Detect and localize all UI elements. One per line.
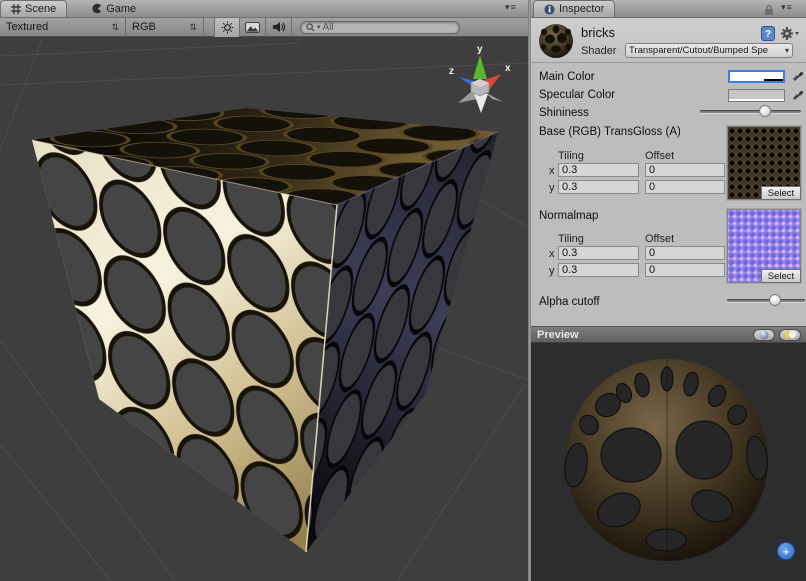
gizmo-y-label: y xyxy=(477,44,483,55)
gizmo-x-label: x xyxy=(505,63,511,74)
two-lights-icon xyxy=(783,330,797,339)
material-ball-thumbnail xyxy=(537,22,575,60)
image-icon xyxy=(245,22,260,33)
inspector-panel-menu-icon[interactable]: ▾≡ xyxy=(781,2,793,13)
search-filter-caret-icon: ▾ xyxy=(317,23,321,31)
main-color-alpha-bar xyxy=(730,79,783,81)
normalmap-y-label: y xyxy=(549,265,555,277)
normalmap-x-label: x xyxy=(549,248,555,260)
normalmap-offset-x-field[interactable] xyxy=(645,246,725,260)
chevron-down-icon: ▾ xyxy=(785,46,789,55)
shader-label: Shader xyxy=(581,45,616,57)
base-texture-select-button[interactable]: Select xyxy=(761,186,801,200)
draw-mode-value: Textured xyxy=(6,21,48,33)
specular-color-label: Specular Color xyxy=(539,89,615,101)
shininess-label: Shininess xyxy=(539,107,589,119)
tab-inspector-label: Inspector xyxy=(559,3,604,15)
lighting-toggle[interactable] xyxy=(214,18,240,37)
tab-scene-label: Scene xyxy=(25,3,56,15)
preview-title: Preview xyxy=(537,329,579,341)
inspector-tabbar: Inspector ▾≡ xyxy=(531,0,806,18)
game-icon xyxy=(91,3,102,14)
tab-game-label: Game xyxy=(106,3,136,15)
preview-lighting-toggle[interactable] xyxy=(779,329,801,341)
speaker-icon xyxy=(272,21,286,33)
info-icon xyxy=(544,4,555,15)
gear-icon[interactable] xyxy=(780,26,800,41)
specular-color-swatch[interactable] xyxy=(728,89,785,102)
search-placeholder: All xyxy=(323,22,334,33)
alpha-cutoff-label: Alpha cutoff xyxy=(539,296,600,308)
base-tiling-y-field[interactable] xyxy=(558,180,639,194)
base-x-label: x xyxy=(549,165,555,177)
alpha-cutoff-slider-thumb[interactable] xyxy=(769,294,781,306)
scene-search-field[interactable]: ▾ All xyxy=(300,21,460,34)
unity-editor-window: Scene Game ▾≡ Textured ⇅ RGB ⇅ xyxy=(0,0,806,581)
shininess-slider-thumb[interactable] xyxy=(759,105,771,117)
tab-inspector[interactable]: Inspector xyxy=(533,0,615,17)
specular-color-alpha-bar xyxy=(729,99,784,101)
inspector-panel: Inspector ▾≡ xyxy=(531,0,806,581)
sphere-icon xyxy=(759,330,769,340)
base-texture-thumbnail[interactable]: Select xyxy=(727,126,801,200)
tab-scene[interactable]: Scene xyxy=(0,0,67,17)
scene-panel-menu-icon[interactable]: ▾≡ xyxy=(505,2,517,13)
sun-icon xyxy=(221,21,234,34)
alpha-cutoff-slider[interactable] xyxy=(727,293,805,307)
lock-icon[interactable] xyxy=(764,4,774,16)
scene-tabbar: Scene Game ▾≡ xyxy=(0,0,528,18)
updown-arrows-icon: ⇅ xyxy=(189,22,197,33)
normalmap-offset-header: Offset xyxy=(645,233,674,245)
audio-toggle[interactable] xyxy=(266,18,292,37)
normalmap-tiling-y-field[interactable] xyxy=(558,263,639,277)
add-button[interactable]: + xyxy=(777,542,795,560)
shininess-slider[interactable] xyxy=(700,104,801,118)
scene-viewport[interactable]: y x z xyxy=(0,37,528,581)
shader-value: Transparent/Cutout/Bumped Spe xyxy=(629,45,768,56)
gizmo-z-label: z xyxy=(449,66,454,77)
preview-shape-toggle[interactable] xyxy=(753,329,775,341)
draw-mode-dropdown[interactable]: Textured ⇅ xyxy=(0,18,126,37)
main-color-swatch[interactable] xyxy=(728,70,785,83)
scene-grid-icon xyxy=(11,4,21,14)
eyedropper-icon[interactable] xyxy=(791,69,804,83)
skybox-toggle[interactable] xyxy=(240,18,266,37)
search-icon xyxy=(306,23,315,32)
base-texture-label: Base (RGB) TransGloss (A) xyxy=(539,126,681,138)
shader-dropdown[interactable]: Transparent/Cutout/Bumped Spe ▾ xyxy=(625,43,793,58)
normalmap-select-button[interactable]: Select xyxy=(761,269,801,283)
help-icon[interactable]: ? xyxy=(761,26,776,41)
main-color-label: Main Color xyxy=(539,71,595,83)
base-y-label: y xyxy=(549,182,555,194)
base-tiling-x-field[interactable] xyxy=(558,163,639,177)
svg-text:?: ? xyxy=(765,29,771,40)
updown-arrows-icon: ⇅ xyxy=(111,22,119,33)
base-offset-header: Offset xyxy=(645,150,674,162)
scene-toolbar: Textured ⇅ RGB ⇅ xyxy=(0,18,528,37)
normalmap-offset-y-field[interactable] xyxy=(645,263,725,277)
scene-3d-view: y x z xyxy=(0,37,528,581)
color-mode-dropdown[interactable]: RGB ⇅ xyxy=(126,18,204,37)
normalmap-tiling-x-field[interactable] xyxy=(558,246,639,260)
preview-header[interactable]: Preview xyxy=(531,326,806,343)
base-offset-x-field[interactable] xyxy=(645,163,725,177)
base-tiling-header: Tiling xyxy=(558,150,584,162)
normalmap-label: Normalmap xyxy=(539,210,598,222)
normalmap-tiling-header: Tiling xyxy=(558,233,584,245)
scene-panel: Scene Game ▾≡ Textured ⇅ RGB ⇅ xyxy=(0,0,528,581)
normalmap-thumbnail[interactable]: Select xyxy=(727,209,801,283)
material-name: bricks xyxy=(581,25,615,40)
base-offset-y-field[interactable] xyxy=(645,180,725,194)
tab-game[interactable]: Game xyxy=(81,0,146,17)
eyedropper-icon[interactable] xyxy=(791,88,804,102)
material-header: bricks Shader Transparent/Cutout/Bumped … xyxy=(531,18,806,63)
preview-area[interactable] xyxy=(531,343,806,581)
preview-sphere xyxy=(531,343,806,581)
color-mode-value: RGB xyxy=(132,21,156,33)
